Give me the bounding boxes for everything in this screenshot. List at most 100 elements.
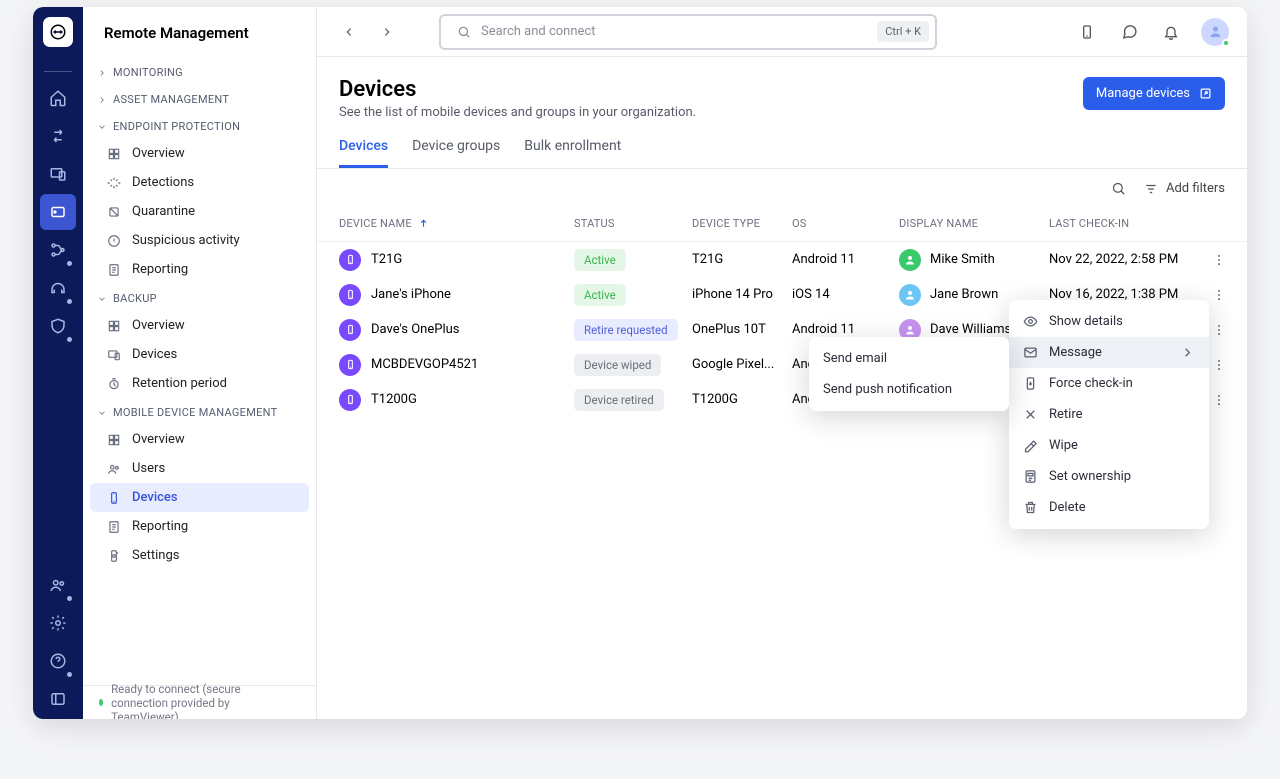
display-name: Jane Brown xyxy=(930,287,998,302)
settings-icon[interactable] xyxy=(40,605,76,641)
nav-back[interactable] xyxy=(335,18,363,46)
device-name: T1200G xyxy=(371,392,417,407)
col-device-type[interactable]: DEVICE TYPE xyxy=(692,217,792,230)
security-icon[interactable] xyxy=(40,308,76,344)
sidebar-item-quarantine[interactable]: Quarantine xyxy=(90,197,309,226)
device-name: Jane's iPhone xyxy=(371,287,451,302)
main: Search and connect Ctrl + K Devices See … xyxy=(317,7,1247,719)
add-filters-button[interactable]: Add filters xyxy=(1144,181,1225,196)
status-text: Ready to connect (secure connection prov… xyxy=(111,682,300,720)
ctx-message[interactable]: Message xyxy=(1009,337,1209,368)
ctx-retire[interactable]: Retire xyxy=(1009,399,1209,430)
connect-icon[interactable] xyxy=(40,118,76,154)
help-icon[interactable] xyxy=(40,643,76,679)
table-toolbar: Add filters xyxy=(317,169,1247,206)
sub-send-push[interactable]: Send push notification xyxy=(809,374,1009,405)
device-icon xyxy=(339,389,361,411)
device-name: MCBDEVGOP4521 xyxy=(371,357,478,372)
search-shortcut: Ctrl + K xyxy=(877,21,929,42)
device-name: T21G xyxy=(371,252,402,267)
manage-devices-button[interactable]: Manage devices xyxy=(1083,77,1225,110)
ctx-delete[interactable]: Delete xyxy=(1009,492,1209,523)
user-avatar[interactable] xyxy=(1201,18,1229,46)
row-more-button[interactable] xyxy=(1209,285,1229,305)
tab-bulk-enrollment[interactable]: Bulk enrollment xyxy=(524,138,621,168)
sidebar-item-detections[interactable]: Detections xyxy=(90,168,309,197)
sub-send-email[interactable]: Send email xyxy=(809,343,1009,374)
row-more-button[interactable] xyxy=(1209,390,1229,410)
ctx-force-checkin[interactable]: Force check-in xyxy=(1009,368,1209,399)
device-name: Dave's OnePlus xyxy=(371,322,459,337)
users-admin-icon[interactable] xyxy=(40,567,76,603)
display-name: Mike Smith xyxy=(930,252,995,267)
tab-devices[interactable]: Devices xyxy=(339,138,388,168)
col-device-name[interactable]: DEVICE NAME xyxy=(339,217,574,230)
device-os: Android 11 xyxy=(792,322,899,337)
sidebar-item-bk-overview[interactable]: Overview xyxy=(90,311,309,340)
last-checkin: Nov 22, 2022, 2:58 PM xyxy=(1049,252,1209,267)
section-monitoring[interactable]: MONITORING xyxy=(83,60,316,85)
device-icon xyxy=(339,249,361,271)
mobile-icon[interactable] xyxy=(1071,16,1103,48)
row-context-menu: Show details Message Force check-in Reti… xyxy=(1009,300,1209,529)
sidebar-item-mdm-devices[interactable]: Devices xyxy=(90,483,309,512)
section-asset[interactable]: ASSET MANAGEMENT xyxy=(83,87,316,112)
display-name: Dave Williams xyxy=(930,322,1011,337)
device-os: Android 11 xyxy=(792,252,899,267)
devices-icon[interactable] xyxy=(40,156,76,192)
device-type: T1200G xyxy=(692,392,792,407)
search-table-button[interactable] xyxy=(1111,181,1126,196)
sidebar-item-retention[interactable]: Retention period xyxy=(90,369,309,398)
col-os[interactable]: OS xyxy=(792,217,899,230)
brand-logo xyxy=(43,17,73,47)
content: Devices See the list of mobile devices a… xyxy=(317,57,1247,719)
device-icon xyxy=(339,319,361,341)
status-badge: Device wiped xyxy=(574,354,661,376)
section-mdm[interactable]: MOBILE DEVICE MANAGEMENT xyxy=(83,400,316,425)
status-bar: Ready to connect (secure connection prov… xyxy=(83,685,316,719)
status-badge: Active xyxy=(574,284,626,306)
mdm-icon[interactable] xyxy=(40,194,76,230)
row-more-button[interactable] xyxy=(1209,320,1229,340)
collapse-icon[interactable] xyxy=(40,681,76,717)
service-icon[interactable] xyxy=(40,270,76,306)
app-title: Remote Management xyxy=(83,7,316,60)
sort-asc-icon xyxy=(418,218,429,229)
col-last-checkin[interactable]: LAST CHECK-IN xyxy=(1049,217,1209,230)
section-endpoint[interactable]: ENDPOINT PROTECTION xyxy=(83,114,316,139)
device-type: T21G xyxy=(692,252,792,267)
status-dot xyxy=(99,699,103,706)
home-icon[interactable] xyxy=(40,80,76,116)
device-os: iOS 14 xyxy=(792,287,899,302)
section-backup[interactable]: BACKUP xyxy=(83,286,316,311)
sidebar-item-mdm-reporting[interactable]: Reporting xyxy=(90,512,309,541)
tab-device-groups[interactable]: Device groups xyxy=(412,138,500,168)
row-more-button[interactable] xyxy=(1209,250,1229,270)
sidebar-item-ep-overview[interactable]: Overview xyxy=(90,139,309,168)
device-type: iPhone 14 Pro xyxy=(692,287,792,302)
ctx-wipe[interactable]: Wipe xyxy=(1009,430,1209,461)
nav-forward[interactable] xyxy=(373,18,401,46)
table-header: DEVICE NAME STATUS DEVICE TYPE OS DISPLA… xyxy=(317,206,1247,242)
bell-icon[interactable] xyxy=(1155,16,1187,48)
icon-rail xyxy=(33,7,83,719)
table-row[interactable]: T21G Active T21G Android 11 Mike Smith N… xyxy=(317,242,1247,277)
col-display-name[interactable]: DISPLAY NAME xyxy=(899,217,1049,230)
ctx-show-details[interactable]: Show details xyxy=(1009,306,1209,337)
sidebar-item-mdm-users[interactable]: Users xyxy=(90,454,309,483)
sidebar-item-bk-devices[interactable]: Devices xyxy=(90,340,309,369)
ctx-set-ownership[interactable]: Set ownership xyxy=(1009,461,1209,492)
sidebar-item-suspicious[interactable]: Suspicious activity xyxy=(90,226,309,255)
status-badge: Active xyxy=(574,249,626,271)
page-title: Devices xyxy=(339,77,696,102)
row-more-button[interactable] xyxy=(1209,355,1229,375)
device-icon xyxy=(339,354,361,376)
sidebar-item-ep-reporting[interactable]: Reporting xyxy=(90,255,309,284)
col-status[interactable]: STATUS xyxy=(574,217,692,230)
search[interactable]: Search and connect Ctrl + K xyxy=(439,14,937,50)
workflow-icon[interactable] xyxy=(40,232,76,268)
message-submenu: Send email Send push notification xyxy=(809,337,1009,411)
sidebar-item-mdm-settings[interactable]: Settings xyxy=(90,541,309,570)
sidebar-item-mdm-overview[interactable]: Overview xyxy=(90,425,309,454)
chat-icon[interactable] xyxy=(1113,16,1145,48)
